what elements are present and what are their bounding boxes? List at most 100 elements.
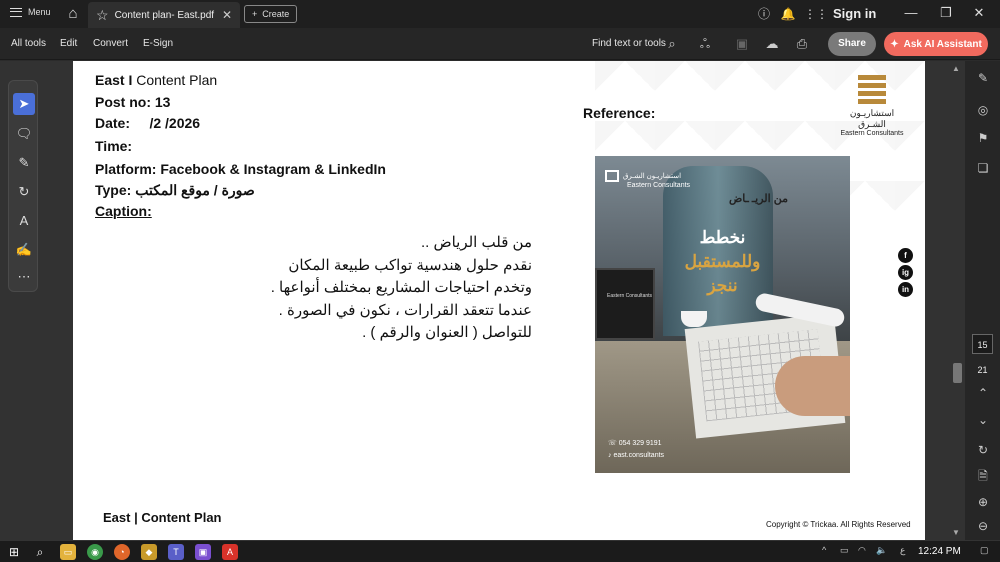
logo-english-text: Eastern Consultants — [840, 130, 904, 137]
vertical-scrollbar-thumb[interactable] — [953, 363, 962, 383]
help-icon[interactable]: ⓘ — [756, 6, 772, 22]
search-taskbar-icon[interactable]: ⌕ — [32, 544, 48, 560]
laptop-brand-text: Eastern Consultants — [607, 293, 653, 299]
home-icon[interactable]: ⌂ — [64, 5, 82, 23]
post-handle-text: east.consultants — [613, 452, 665, 459]
copyright-text: Copyright © Trickaa. All Rights Reserved — [766, 520, 911, 529]
notifications-icon[interactable]: ▢ — [980, 545, 989, 556]
page-thumbnails-icon[interactable]: ❏ — [974, 159, 992, 177]
file-explorer-icon[interactable]: ▭ — [60, 544, 76, 560]
post-brand-ar: استشاريـون الشـرق — [623, 172, 682, 180]
instagram-icon: ig — [898, 265, 913, 280]
more-tools-icon[interactable]: ⋯ — [13, 266, 35, 288]
reference-label: Reference: — [583, 105, 656, 121]
language-indicator[interactable]: ع — [900, 545, 905, 556]
minimize-icon[interactable]: — — [901, 4, 921, 22]
edit-pdf-icon[interactable]: ✎ — [974, 69, 992, 87]
print-icon[interactable]: ⎙ — [793, 35, 811, 53]
cloud-upload-icon[interactable]: ☁ — [763, 35, 781, 53]
app-icon[interactable]: ◆ — [141, 544, 157, 560]
draw-lasso-icon[interactable]: ↻ — [13, 181, 35, 203]
post-headline-2: وللمستقبل — [684, 252, 761, 271]
text-box-icon[interactable]: A — [13, 210, 35, 232]
windows-taskbar: ⊞ ⌕ ▭ ◉ ◔ ◆ T ▣ A ^ ▭ ◠ 🔈 ع 12:24 PM ▢ — [0, 540, 1000, 562]
zoom-out-icon[interactable]: ⊖ — [974, 517, 992, 535]
post-logo-icon — [605, 170, 619, 182]
rotate-icon[interactable]: ↻ — [974, 441, 992, 459]
next-page-icon[interactable]: ⌄ — [974, 411, 992, 429]
save-icon[interactable]: ▣ — [733, 35, 751, 53]
coffee-cup-graphic — [681, 311, 707, 327]
linkedin-icon: in — [898, 282, 913, 297]
post-brand-en: Eastern Consultants — [627, 182, 691, 189]
header-brand: East I — [95, 72, 133, 88]
caption-line: وتخدم احتياجات المشاريع بمختلف أنواعها . — [270, 279, 532, 296]
taskbar-clock[interactable]: 12:24 PM — [918, 546, 961, 557]
edit-menu[interactable]: Edit — [60, 38, 77, 49]
comments-panel-icon[interactable]: ◎ — [974, 101, 992, 119]
app-purple-icon[interactable]: ▣ — [195, 544, 211, 560]
title-bar: Menu ⌂ ☆ Content plan- East.pdf ✕ + Crea… — [0, 0, 1000, 28]
close-tab-icon[interactable]: ✕ — [222, 8, 232, 22]
tab-title: Content plan- East.pdf — [114, 9, 215, 21]
create-button[interactable]: + Create — [244, 5, 298, 23]
zoom-in-icon[interactable]: ⊕ — [974, 493, 992, 511]
caption-label: Caption: — [95, 203, 152, 219]
acrobat-icon[interactable]: A — [222, 544, 238, 560]
document-tab[interactable]: ☆ Content plan- East.pdf ✕ — [88, 2, 240, 28]
close-window-icon[interactable]: ✕ — [969, 4, 989, 22]
header-title: East I Content Plan — [95, 72, 217, 88]
sign-icon[interactable]: ✍ — [13, 239, 35, 261]
current-page-number[interactable]: 15 — [972, 334, 993, 354]
select-cursor-icon[interactable]: ➤ — [13, 93, 35, 115]
post-handle: ♪ east.consultants — [608, 452, 665, 459]
scroll-up-arrow-icon[interactable]: ▲ — [952, 64, 960, 73]
ask-ai-assistant-button[interactable]: ✦ Ask AI Assistant — [884, 32, 988, 56]
plus-icon: + — [252, 9, 258, 19]
teams-icon[interactable]: T — [168, 544, 184, 560]
caption-line: للتواصل ( العنوان والرقم ) . — [362, 324, 532, 341]
all-tools-menu[interactable]: All tools — [11, 38, 46, 49]
previous-page-icon[interactable]: ⌃ — [974, 384, 992, 402]
share-button[interactable]: Share — [828, 32, 876, 56]
header-subtitle: Content Plan — [132, 72, 218, 88]
chrome-icon[interactable]: ◉ — [87, 544, 103, 560]
post-type: Type: صورة / موقع المكتب — [95, 182, 255, 198]
total-pages: 21 — [977, 365, 988, 375]
scroll-down-arrow-icon[interactable]: ▼ — [952, 528, 960, 537]
caption-line: من قلب الرياض .. — [420, 234, 532, 251]
tray-chevron-icon[interactable]: ^ — [822, 545, 826, 555]
find-text-field[interactable]: Find text or tools — [592, 38, 666, 49]
ai-tools-icon[interactable]: ஃ — [696, 35, 714, 53]
post-phone-number: 054 329 9191 — [618, 440, 662, 447]
sign-in-button[interactable]: Sign in — [833, 6, 876, 21]
post-time: Time: — [95, 138, 133, 154]
search-icon[interactable]: ⌕ — [663, 35, 681, 53]
facebook-icon: f — [898, 248, 913, 263]
left-tool-rail: ➤ 🗨 ✎ ↻ A ✍ ⋯ — [8, 80, 38, 292]
apps-grid-icon[interactable]: ⋮⋮ — [804, 6, 828, 22]
highlight-pen-icon[interactable]: ✎ — [13, 152, 35, 174]
firefox-icon[interactable]: ◔ — [114, 544, 130, 560]
notification-bell-icon[interactable]: 🔔 — [780, 6, 796, 22]
maximize-icon[interactable]: ❐ — [936, 4, 956, 22]
right-rail: ✎ ◎ ⚑ ❏ 15 21 ⌃ ⌄ ↻ 🗎 ⊕ ⊖ — [965, 61, 1000, 540]
windows-start-icon[interactable]: ⊞ — [6, 544, 22, 560]
footer-title: East | Content Plan — [103, 510, 222, 525]
convert-menu[interactable]: Convert — [93, 38, 128, 49]
create-label: Create — [262, 9, 290, 19]
menu-label: Menu — [28, 7, 51, 17]
social-post-image: استشاريـون الشـرق Eastern Consultants من … — [595, 156, 850, 473]
wifi-icon[interactable]: ◠ — [858, 545, 866, 556]
star-icon[interactable]: ☆ — [96, 7, 109, 24]
bookmarks-icon[interactable]: ⚑ — [974, 129, 992, 147]
page-zoom-icon[interactable]: 🗎 — [974, 467, 992, 485]
battery-icon[interactable]: ▭ — [840, 545, 849, 556]
comment-icon[interactable]: 🗨 — [13, 123, 35, 145]
post-headline-1: نخطط — [699, 228, 746, 247]
menu-button[interactable]: Menu — [10, 7, 51, 17]
post-phone: ☏ 054 329 9191 — [608, 440, 662, 447]
esign-menu[interactable]: E-Sign — [143, 38, 173, 49]
volume-icon[interactable]: 🔈 — [876, 545, 887, 556]
ai-sparkle-icon: ✦ — [890, 38, 899, 50]
